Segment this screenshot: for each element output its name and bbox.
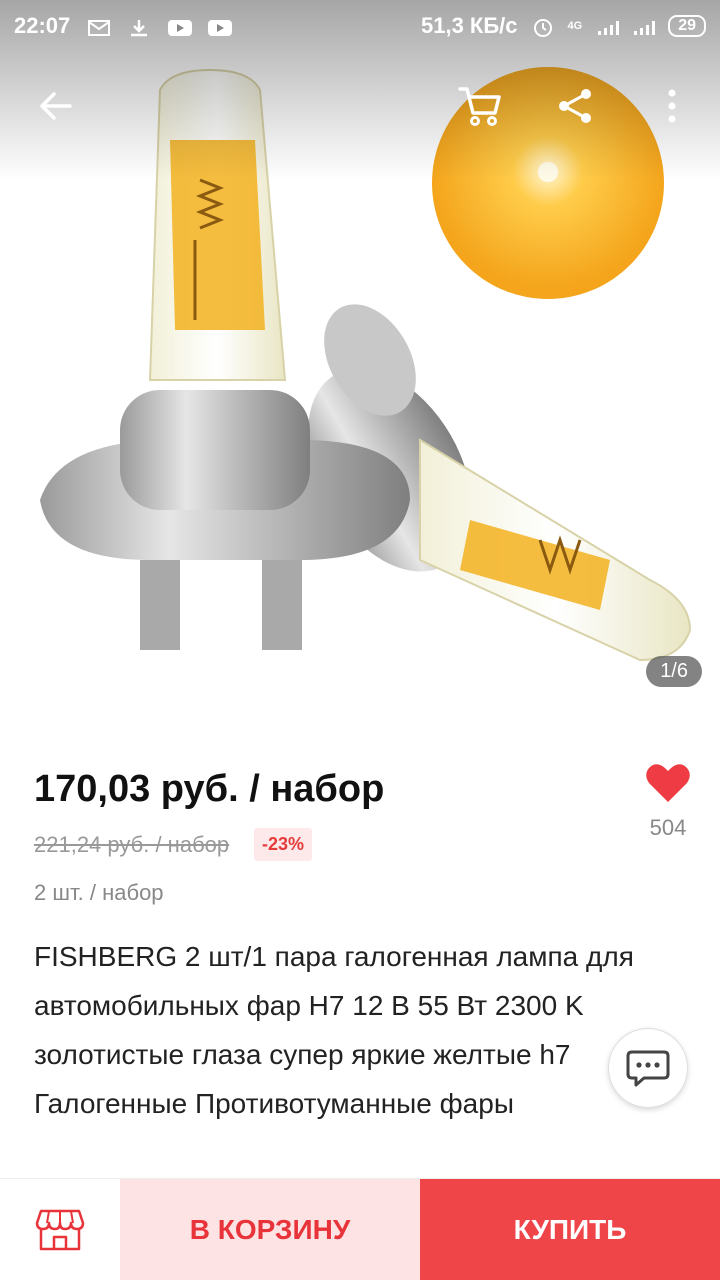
youtube-icon: [208, 17, 233, 36]
status-time: 22:07: [14, 13, 71, 38]
network-speed: 51,3 КБ/с: [420, 13, 518, 38]
more-vert-icon: [668, 89, 676, 123]
mail-icon: [88, 17, 111, 36]
network-type: 4G: [567, 20, 583, 32]
buy-now-button[interactable]: КУПИТЬ: [420, 1179, 720, 1280]
youtube-icon: [168, 17, 193, 36]
units-per-set: 2 шт. / набор: [34, 880, 164, 905]
more-options-button[interactable]: [644, 78, 700, 134]
chat-bubble-icon: [626, 1050, 670, 1087]
favorite-button[interactable]: 504: [640, 762, 696, 852]
product-title: FISHBERG 2 шт/1 пара галогенная лампа дл…: [34, 941, 634, 1119]
arrow-left-icon: [40, 92, 72, 120]
add-to-cart-button[interactable]: В КОРЗИНУ: [120, 1179, 420, 1280]
status-bar: 22:07 51,3 КБ/с 4G 29: [0, 0, 720, 52]
old-price: 221,24 руб. / набор: [34, 832, 230, 857]
bottom-action-bar: В КОРЗИНУ КУПИТЬ: [0, 1178, 720, 1280]
download-icon: [128, 17, 150, 37]
favorites-count: 504: [649, 815, 687, 840]
alarm-icon: [532, 17, 554, 37]
heart-icon: [646, 764, 690, 802]
signal-icon: [632, 17, 656, 35]
image-counter: 1/6: [646, 656, 702, 687]
product-image-gallery[interactable]: [0, 0, 720, 720]
cart-button[interactable]: [452, 78, 508, 134]
product-price: 170,03 руб. / набор: [34, 768, 385, 810]
cart-icon: [458, 87, 501, 126]
discount-badge: -23%: [254, 828, 313, 861]
share-icon: [559, 89, 591, 123]
chat-button[interactable]: [608, 1028, 688, 1108]
signal-icon: [596, 17, 620, 35]
share-button[interactable]: [548, 78, 604, 134]
battery-level: 29: [668, 15, 706, 37]
store-icon: [35, 1209, 85, 1250]
back-button[interactable]: [28, 78, 84, 134]
store-button[interactable]: [0, 1179, 120, 1280]
